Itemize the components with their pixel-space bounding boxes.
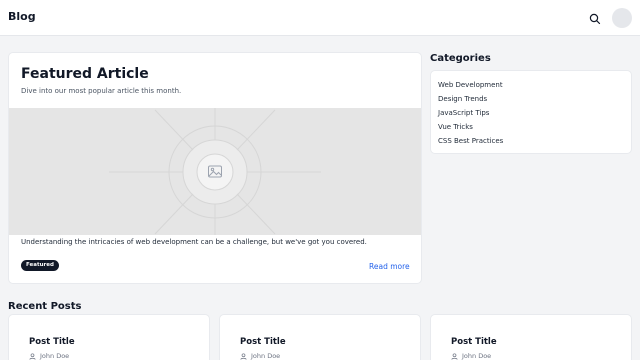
featured-title: Featured Article (21, 66, 149, 82)
featured-article-card: Featured Article Dive into our most popu… (8, 52, 422, 284)
post-title[interactable]: Post Title (451, 337, 497, 347)
search-icon[interactable] (588, 11, 602, 25)
category-javascript-tips[interactable]: JavaScript Tips (438, 108, 503, 122)
featured-excerpt: Understanding the intricacies of web dev… (21, 238, 367, 246)
avatar[interactable] (612, 8, 632, 28)
post-author: John Doe (29, 352, 69, 360)
post-author-name: John Doe (462, 352, 492, 360)
user-icon (451, 352, 458, 360)
post-card[interactable]: Post Title John Doe (8, 314, 210, 360)
category-design-trends[interactable]: Design Trends (438, 94, 503, 108)
featured-subtitle: Dive into our most popular article this … (21, 87, 182, 95)
read-more-link[interactable]: Read more (369, 262, 410, 271)
user-icon (240, 352, 247, 360)
recent-posts-heading: Recent Posts (8, 301, 82, 312)
categories-card: Web Development Design Trends JavaScript… (430, 70, 632, 154)
post-card[interactable]: Post Title John Doe (430, 314, 632, 360)
category-web-development[interactable]: Web Development (438, 80, 503, 94)
post-author: John Doe (451, 352, 491, 360)
post-card[interactable]: Post Title John Doe (219, 314, 421, 360)
post-author-name: John Doe (40, 352, 70, 360)
user-icon (29, 352, 36, 360)
category-vue-tricks[interactable]: Vue Tricks (438, 122, 503, 136)
featured-image (9, 108, 421, 235)
post-author: John Doe (240, 352, 280, 360)
post-title[interactable]: Post Title (29, 337, 75, 347)
brand-logo[interactable]: Blog (8, 10, 36, 23)
categories-heading: Categories (430, 53, 491, 64)
post-title[interactable]: Post Title (240, 337, 286, 347)
categories-list: Web Development Design Trends JavaScript… (438, 80, 503, 150)
featured-badge: Featured (21, 260, 59, 271)
top-bar: Blog (0, 0, 640, 36)
post-author-name: John Doe (251, 352, 281, 360)
category-css-best-practices[interactable]: CSS Best Practices (438, 136, 503, 150)
